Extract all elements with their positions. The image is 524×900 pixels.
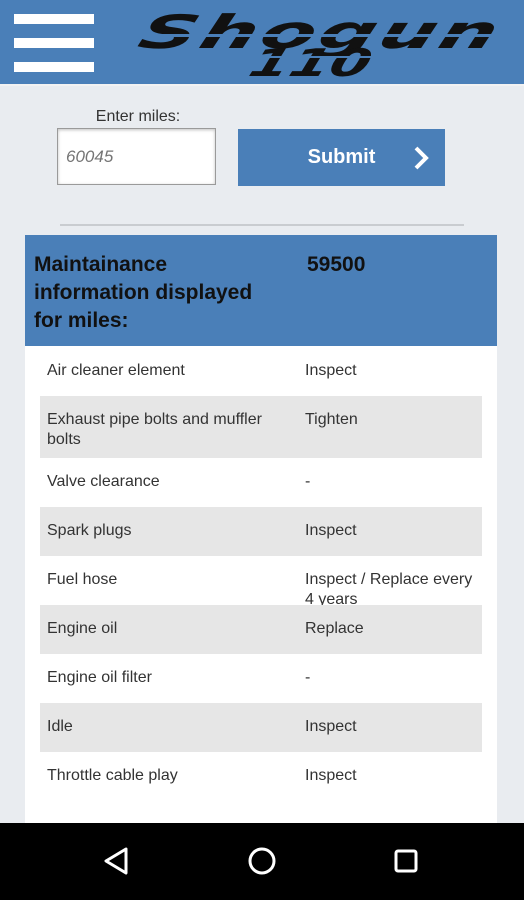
maintenance-card: Maintainance information displayed for m…	[25, 235, 497, 835]
list-item: Engine oil Replace	[40, 605, 482, 654]
item-name: Idle	[47, 718, 73, 735]
chevron-right-icon	[413, 146, 429, 170]
card-title: Maintainance information displayed for m…	[34, 253, 253, 332]
item-action: -	[305, 473, 311, 490]
list-item: Idle Inspect	[40, 703, 482, 752]
menu-line	[14, 38, 94, 48]
list-item: Fuel hose Inspect / Replace every 4 years	[40, 556, 482, 608]
item-action: -	[305, 669, 311, 686]
maintenance-list: Air cleaner element Inspect Exhaust pipe …	[40, 347, 482, 801]
system-nav-bar	[0, 823, 524, 900]
list-item: Engine oil filter -	[40, 654, 482, 703]
card-miles-value: 59500	[307, 253, 366, 276]
app-bar: Shogun 110	[0, 0, 524, 86]
item-action: Inspect	[305, 522, 357, 539]
svg-text:110: 110	[243, 42, 377, 80]
list-item: Spark plugs Inspect	[40, 507, 482, 556]
item-action: Inspect	[305, 767, 357, 784]
item-name: Valve clearance	[47, 473, 160, 490]
submit-button[interactable]: Submit	[238, 129, 445, 186]
item-name: Spark plugs	[47, 522, 132, 539]
item-name: Air cleaner element	[47, 362, 185, 379]
list-item: Air cleaner element Inspect	[40, 347, 482, 396]
recents-square-icon[interactable]	[388, 843, 424, 879]
item-action: Replace	[305, 620, 364, 637]
card-header: Maintainance information displayed for m…	[25, 235, 497, 346]
miles-input[interactable]	[57, 128, 216, 185]
item-name: Engine oil filter	[47, 669, 152, 686]
brand-logo: Shogun 110	[120, 4, 510, 86]
back-triangle-icon[interactable]	[98, 843, 134, 879]
menu-line	[14, 14, 94, 24]
item-action: Inspect	[305, 362, 357, 379]
list-item: Exhaust pipe bolts and muffler bolts Tigh…	[40, 396, 482, 458]
hamburger-menu-icon[interactable]	[14, 14, 94, 72]
item-action: Inspect	[305, 718, 357, 735]
home-circle-icon[interactable]	[244, 843, 280, 879]
miles-label: Enter miles:	[95, 108, 181, 125]
item-name: Throttle cable play	[47, 767, 178, 784]
list-item: Throttle cable play Inspect	[40, 752, 482, 801]
item-name: Engine oil	[47, 620, 118, 637]
list-item: Valve clearance -	[40, 458, 482, 507]
divider	[60, 224, 464, 226]
menu-line	[14, 62, 94, 72]
item-action: Tighten	[305, 411, 358, 428]
item-name: Fuel hose	[47, 571, 118, 588]
item-name: Exhaust pipe bolts and muffler bolts	[47, 411, 262, 448]
item-action: Inspect / Replace every 4 years	[305, 571, 473, 608]
